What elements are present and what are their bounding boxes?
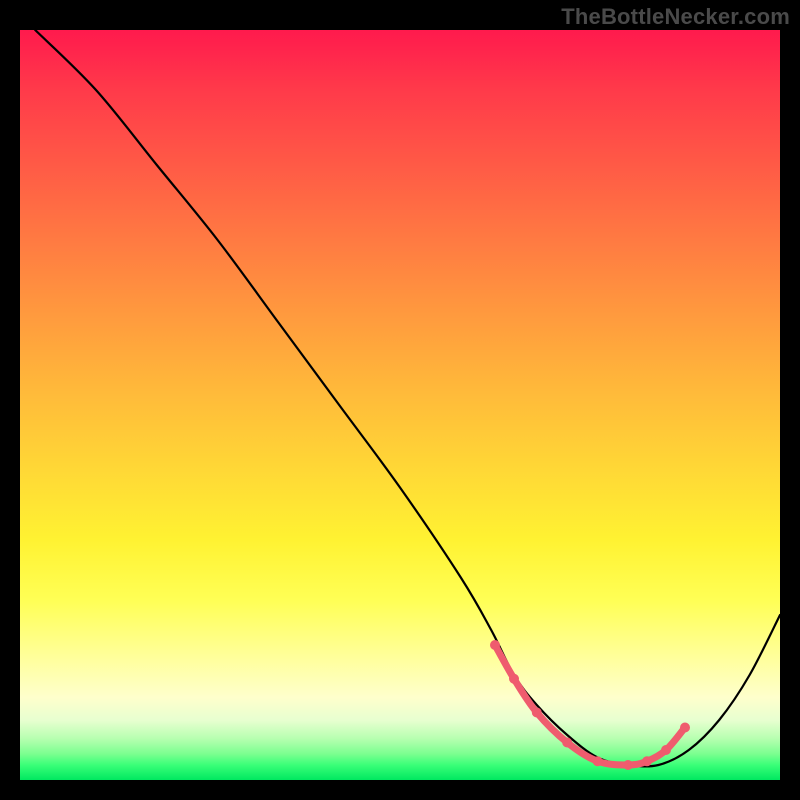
highlight-dot xyxy=(490,640,500,650)
highlight-dot xyxy=(623,760,633,770)
highlight-dot xyxy=(509,674,519,684)
highlight-curve xyxy=(495,645,685,765)
main-curve xyxy=(35,30,780,766)
plot-area xyxy=(20,30,780,780)
highlight-dot xyxy=(661,745,671,755)
highlight-dot xyxy=(593,756,603,766)
highlight-dot xyxy=(680,723,690,733)
curve-svg xyxy=(20,30,780,780)
highlight-dot xyxy=(642,756,652,766)
highlight-dot xyxy=(562,738,572,748)
highlight-dot xyxy=(532,708,542,718)
chart-container: TheBottleNecker.com xyxy=(0,0,800,800)
watermark-text: TheBottleNecker.com xyxy=(561,4,790,30)
